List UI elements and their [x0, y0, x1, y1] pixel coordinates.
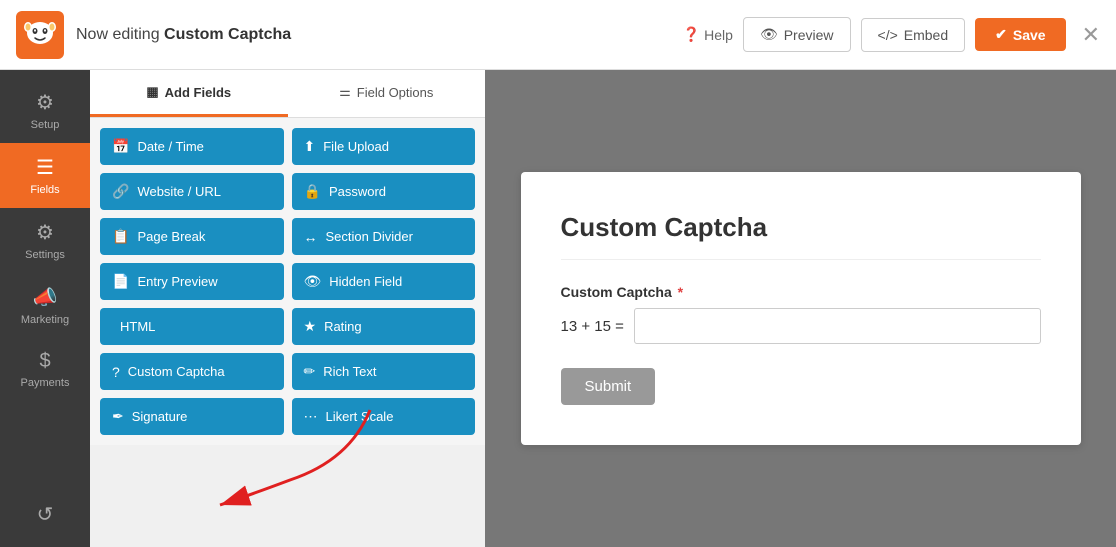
fields-grid: 📅Date / Time⬆File Upload🔗Website / URL🔒P… [90, 118, 485, 445]
field-btn-date-time[interactable]: 📅Date / Time [100, 128, 284, 165]
form-preview-card: Custom Captcha Custom Captcha * 13 + 15 … [521, 172, 1081, 445]
sidebar-item-label: Settings [25, 249, 65, 261]
field-btn-section-divider[interactable]: ↔Section Divider [292, 218, 476, 255]
captcha-row: 13 + 15 = [561, 308, 1041, 344]
field-icon-rating: ★ [304, 318, 317, 335]
sidebar-item-label: Setup [31, 119, 60, 131]
captcha-input[interactable] [634, 308, 1041, 344]
preview-area: Custom Captcha Custom Captcha * 13 + 15 … [485, 70, 1116, 547]
preview-button[interactable]: 👁 Preview [743, 17, 851, 52]
sidebar-item-undo[interactable]: ↺ [0, 490, 90, 539]
setup-icon: ⚙ [36, 90, 54, 115]
close-button[interactable]: ✕ [1082, 22, 1100, 48]
field-btn-custom-captcha[interactable]: ?Custom Captcha [100, 353, 284, 390]
field-btn-signature[interactable]: ✒Signature [100, 398, 284, 435]
field-btn-entry-preview[interactable]: 📄Entry Preview [100, 263, 284, 300]
marketing-icon: 📣 [33, 285, 58, 310]
fields-panel: ▦ Add Fields ⚌ Field Options 📅Date / Tim… [90, 70, 485, 445]
form-title: Custom Captcha [561, 212, 1041, 260]
sidebar-item-payments[interactable]: $ Payments [0, 338, 90, 401]
tab-field-options[interactable]: ⚌ Field Options [288, 70, 486, 117]
fields-tabs: ▦ Add Fields ⚌ Field Options [90, 70, 485, 118]
main-layout: ⚙ Setup ☰ Fields ⚙ Settings 📣 Marketing … [0, 70, 1116, 547]
sidebar-item-setup[interactable]: ⚙ Setup [0, 78, 90, 143]
captcha-field-label: Custom Captcha * [561, 284, 1041, 300]
field-btn-page-break[interactable]: 📋Page Break [100, 218, 284, 255]
field-icon-file-upload: ⬆ [304, 138, 316, 155]
field-btn-html[interactable]: HTML [100, 308, 284, 345]
payments-icon: $ [39, 350, 50, 373]
sidebar-item-marketing[interactable]: 📣 Marketing [0, 273, 90, 338]
field-icon-section-divider: ↔ [304, 229, 318, 245]
checkmark-icon: ✔ [995, 26, 1007, 43]
field-btn-rating[interactable]: ★Rating [292, 308, 476, 345]
fields-icon: ☰ [36, 155, 54, 180]
field-icon-entry-preview: 📄 [112, 273, 129, 290]
logo [16, 11, 64, 59]
settings-icon: ⚙ [36, 220, 54, 245]
add-fields-icon: ▦ [146, 84, 158, 100]
required-mark: * [678, 284, 683, 300]
field-options-icon: ⚌ [339, 84, 351, 100]
captcha-equation: 13 + 15 = [561, 318, 624, 335]
embed-icon: </> [878, 27, 898, 43]
topbar-actions: ❓ Help 👁 Preview </> Embed ✔ Save ✕ [683, 17, 1100, 52]
help-button[interactable]: ❓ Help [683, 26, 733, 43]
undo-icon: ↺ [37, 502, 54, 527]
sidebar-item-label: Marketing [21, 314, 69, 326]
field-icon-password: 🔒 [304, 183, 321, 200]
sidebar: ⚙ Setup ☰ Fields ⚙ Settings 📣 Marketing … [0, 70, 90, 547]
field-icon-website-url: 🔗 [112, 183, 129, 200]
sidebar-item-label: Payments [21, 377, 70, 389]
field-icon-rich-text: ✏ [304, 363, 316, 380]
field-icon-likert-scale: ⋯ [304, 408, 318, 425]
save-button[interactable]: ✔ Save [975, 18, 1065, 51]
embed-button[interactable]: </> Embed [861, 18, 966, 52]
editing-title: Now editing Custom Captcha [76, 26, 671, 44]
field-icon-signature: ✒ [112, 408, 124, 425]
field-btn-rich-text[interactable]: ✏Rich Text [292, 353, 476, 390]
field-btn-hidden-field[interactable]: 👁Hidden Field [292, 263, 476, 300]
tab-add-fields[interactable]: ▦ Add Fields [90, 70, 288, 117]
sidebar-item-label: Fields [30, 184, 59, 196]
field-btn-likert-scale[interactable]: ⋯Likert Scale [292, 398, 476, 435]
field-icon-date-time: 📅 [112, 138, 129, 155]
help-icon: ❓ [683, 26, 700, 43]
field-btn-password[interactable]: 🔒Password [292, 173, 476, 210]
field-icon-custom-captcha: ? [112, 364, 120, 380]
topbar: Now editing Custom Captcha ❓ Help 👁 Prev… [0, 0, 1116, 70]
submit-button[interactable]: Submit [561, 368, 656, 405]
sidebar-item-fields[interactable]: ☰ Fields [0, 143, 90, 208]
sidebar-item-settings[interactable]: ⚙ Settings [0, 208, 90, 273]
field-icon-hidden-field: 👁 [304, 273, 322, 290]
preview-icon: 👁 [760, 26, 778, 43]
field-icon-page-break: 📋 [112, 228, 129, 245]
field-btn-website-url[interactable]: 🔗Website / URL [100, 173, 284, 210]
field-btn-file-upload[interactable]: ⬆File Upload [292, 128, 476, 165]
